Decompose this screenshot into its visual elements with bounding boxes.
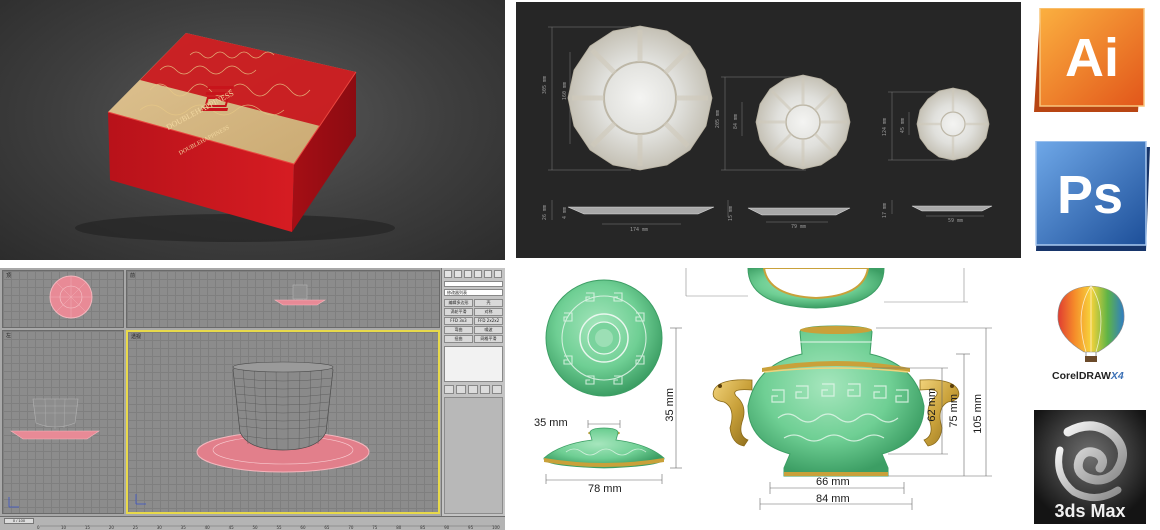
modifier-button-4[interactable]: 对称 bbox=[474, 308, 503, 316]
coreldraw-logo-version: X4 bbox=[1110, 370, 1124, 382]
timeline-tick-label: 80 bbox=[396, 525, 402, 530]
timeline-tick-label: 100 bbox=[492, 525, 500, 530]
make-unique-icon[interactable] bbox=[468, 385, 478, 394]
plate-1-depth-label: 26 mm bbox=[542, 205, 548, 221]
modifier-button-8[interactable]: 噪波 bbox=[474, 326, 503, 334]
body-105-dimension: 105 mm bbox=[972, 394, 984, 434]
cup-saucer-mesh bbox=[135, 361, 370, 505]
modifier-button-2[interactable]: 壳 bbox=[474, 299, 503, 307]
viewport-left[interactable]: 左 bbox=[2, 330, 124, 514]
coreldraw-logo-text: CorelDRAWX4 bbox=[1052, 370, 1124, 382]
max-logo-text: 3ds Max bbox=[1054, 501, 1125, 521]
hierarchy-tab-icon[interactable] bbox=[464, 270, 472, 278]
base-84-dimension: 84 mm bbox=[816, 493, 850, 505]
modify-tab-icon[interactable] bbox=[454, 270, 462, 278]
modifier-list-dropdown[interactable]: 修改器列表 bbox=[444, 289, 503, 296]
base-66-dimension: 66 mm bbox=[816, 476, 850, 488]
lid-width-dimension: 78 mm bbox=[588, 483, 622, 495]
coreldraw-logo: CorelDRAWX4 bbox=[1048, 282, 1134, 392]
gift-box-render: DOUBLEHAPPINESS DOUBLEHAPPINESS bbox=[0, 0, 505, 260]
coreldraw-logo-name: CorelDRAW bbox=[1052, 370, 1111, 382]
photoshop-logo-text: Ps bbox=[1057, 165, 1123, 225]
viewport-front[interactable]: 前 bbox=[126, 270, 440, 328]
gift-box-illustration: DOUBLEHAPPINESS DOUBLEHAPPINESS bbox=[75, 33, 395, 242]
timeline-tick-label: 55 bbox=[276, 525, 282, 530]
timeline-tick-label: 95 bbox=[468, 525, 474, 530]
object-name-field[interactable] bbox=[444, 281, 503, 287]
command-panel-tabs bbox=[444, 270, 504, 278]
plate-2-inner-label: 84 mm bbox=[733, 114, 739, 130]
timeline-tick-label: 50 bbox=[252, 525, 258, 530]
plate-2-depth-label: 15 mm bbox=[728, 206, 734, 222]
modifier-button-10[interactable]: 网格平滑 bbox=[474, 335, 503, 343]
timeline-tick-label: 25 bbox=[132, 525, 138, 530]
plate-1-inner-label: 160 mm bbox=[562, 82, 568, 101]
modifier-button-9[interactable]: 扭曲 bbox=[444, 335, 473, 343]
illustrator-logo: Ai bbox=[1034, 7, 1147, 118]
timeline-tick-label: 40 bbox=[204, 525, 210, 530]
plate-1-inner-depth-label: 4 mm bbox=[562, 207, 568, 220]
plate-3-inner-label: 45 mm bbox=[900, 118, 906, 134]
timeline-tick-label: 20 bbox=[108, 525, 114, 530]
time-slider[interactable]: 0 / 100 0 10 15 20 25 30 35 40 45 50 55 60 65 70 75 80 8… bbox=[0, 516, 505, 530]
command-panel: 修改器列表 编辑多边形 壳 涡轮平滑 对称 FFD 3x3 FFD 2x2x2 … bbox=[441, 268, 505, 516]
modifier-button-1[interactable]: 编辑多边形 bbox=[444, 299, 473, 307]
timeline-tick-label: 90 bbox=[444, 525, 450, 530]
photoshop-logo: Ps bbox=[1034, 140, 1152, 253]
configure-sets-icon[interactable] bbox=[492, 385, 502, 394]
timeline-tick-label: 30 bbox=[156, 525, 162, 530]
create-tab-icon[interactable] bbox=[444, 270, 452, 278]
plate-2-height-label: 205 mm bbox=[715, 110, 721, 129]
front-mesh bbox=[273, 284, 327, 306]
lid-top-dimension: 35 mm bbox=[534, 417, 568, 429]
show-end-result-icon[interactable] bbox=[456, 385, 466, 394]
timeline-tick-label: 45 bbox=[228, 525, 234, 530]
left-mesh bbox=[8, 398, 100, 508]
modifier-stack-list[interactable] bbox=[444, 346, 503, 382]
plate-top-mesh bbox=[49, 275, 93, 319]
max-modeling-window: 顶 前 左 透视 修改器列表 编辑多边形 壳 涡轮平滑 对称 FFD 3x3 F… bbox=[0, 268, 505, 530]
timeline-tick-label: 15 bbox=[84, 525, 90, 530]
plate-1-width-label: 174 mm bbox=[630, 227, 649, 233]
plates-illustration bbox=[548, 25, 993, 225]
modifier-button-5[interactable]: FFD 3x3 bbox=[444, 317, 473, 325]
timeline-tick-label: 10 bbox=[60, 525, 67, 530]
plate-3-width-label: 59 mm bbox=[948, 218, 964, 224]
body-62-dimension: 62 mm bbox=[926, 388, 938, 422]
plate-3-height-label: 124 mm bbox=[882, 118, 888, 137]
utilities-tab-icon[interactable] bbox=[494, 270, 502, 278]
viewport-perspective[interactable]: 透视 bbox=[126, 330, 440, 514]
modifier-button-6[interactable]: FFD 2x2x2 bbox=[474, 317, 503, 325]
pot-dimension-drawing: 35 mm 35 mm 78 mm 62 mm 75 mm 105 mm 66 … bbox=[516, 268, 1021, 530]
max-logo: 3ds Max bbox=[1034, 410, 1146, 524]
timeline-tick-label: 65 bbox=[324, 525, 330, 530]
plate-dimension-drawing: 305 mm 160 mm 26 mm 4 mm 174 mm 205 mm 8… bbox=[516, 2, 1021, 258]
lid-height-dimension: 35 mm bbox=[664, 388, 676, 422]
timeline-tick-label: 0 bbox=[37, 525, 40, 530]
timeline-tick-label: 85 bbox=[420, 525, 426, 530]
plate-1-height-label: 305 mm bbox=[542, 76, 548, 95]
remove-modifier-icon[interactable] bbox=[480, 385, 490, 394]
modifier-button-7[interactable]: 弯曲 bbox=[444, 326, 473, 334]
pin-stack-icon[interactable] bbox=[444, 385, 454, 394]
timeline-tick-label: 70 bbox=[348, 525, 354, 530]
motion-tab-icon[interactable] bbox=[474, 270, 482, 278]
stack-controls bbox=[444, 385, 503, 394]
illustrator-logo-text: Ai bbox=[1065, 28, 1119, 88]
modifier-button-3[interactable]: 涡轮平滑 bbox=[444, 308, 473, 316]
timeline-tick-label: 75 bbox=[372, 525, 378, 530]
body-75-dimension: 75 mm bbox=[948, 394, 960, 428]
plate-2-width-label: 79 mm bbox=[791, 224, 807, 230]
timeline-tick-label: 35 bbox=[180, 525, 186, 530]
display-tab-icon[interactable] bbox=[484, 270, 492, 278]
parameters-rollout[interactable] bbox=[444, 397, 503, 514]
plate-3-depth-label: 17 mm bbox=[882, 203, 888, 219]
viewport-top[interactable]: 顶 bbox=[2, 270, 124, 328]
timeline-tick-label: 60 bbox=[300, 525, 306, 530]
